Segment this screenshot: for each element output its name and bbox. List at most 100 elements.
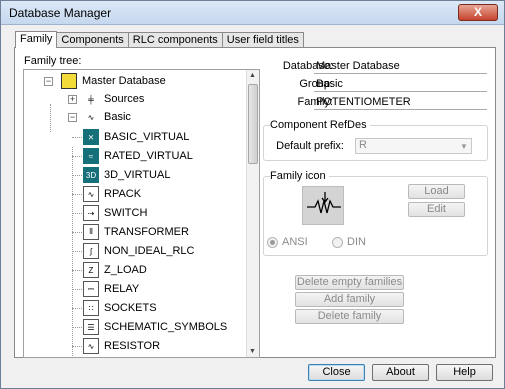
tree-node-basic[interactable]: − ∿ Basic xyxy=(68,108,131,126)
tab-user-field-titles[interactable]: User field titles xyxy=(221,32,304,48)
tree-item[interactable]: ⇢ SWITCH xyxy=(83,204,147,222)
tree-item-label: BASIC_VIRTUAL xyxy=(104,131,190,143)
title-bar: Database Manager X xyxy=(1,1,504,25)
tree-connector xyxy=(72,251,82,252)
tree-item-label: SCHEMATIC_SYMBOLS xyxy=(104,321,228,333)
expand-icon[interactable]: + xyxy=(68,94,77,104)
tree-item-label: RPACK xyxy=(104,188,142,200)
z-load-icon: Z xyxy=(83,262,99,278)
database-value: Master Database xyxy=(314,60,487,74)
tree-connector xyxy=(72,175,82,176)
default-prefix-select[interactable]: R ▼ xyxy=(355,138,472,154)
tree-item-label: RELAY xyxy=(104,283,140,295)
basic-virtual-icon: ⨯ xyxy=(83,129,99,145)
tree-item[interactable]: ⨯ BASIC_VIRTUAL xyxy=(83,128,189,146)
rpack-icon: ∿ xyxy=(83,186,99,202)
default-prefix-label: Default prefix: xyxy=(276,140,344,152)
tree-item[interactable]: ≈ RATED_VIRTUAL xyxy=(83,147,193,165)
tree-connector xyxy=(72,194,82,195)
delete-family-button[interactable]: Delete family xyxy=(295,309,404,324)
tree-item[interactable]: ʃ NON_IDEAL_RLC xyxy=(83,242,194,260)
collapse-icon[interactable]: − xyxy=(44,76,53,86)
sockets-icon: ∷ xyxy=(83,300,99,316)
tree-connector xyxy=(72,308,82,309)
3d-virtual-icon: 3D xyxy=(83,167,99,183)
tab-family[interactable]: Family xyxy=(15,31,58,48)
resistor-icon: ∿ xyxy=(83,338,99,354)
default-prefix-value: R xyxy=(359,139,367,151)
refdes-group-title: Component RefDes xyxy=(270,119,370,131)
tree-item[interactable]: ⫴ TRANSFORMER xyxy=(83,223,189,241)
tree-item[interactable]: ∷ SOCKETS xyxy=(83,299,157,317)
radio-unselected-icon xyxy=(332,236,343,248)
database-icon xyxy=(61,73,77,89)
family-value: POTENTIOMETER xyxy=(314,96,487,110)
database-manager-window: Database Manager X Family Components RLC… xyxy=(0,0,505,389)
tree-item[interactable]: Z Z_LOAD xyxy=(83,261,147,279)
potentiometer-icon xyxy=(302,186,344,225)
tree-node-sources[interactable]: + ╪ Sources xyxy=(68,90,144,108)
about-button[interactable]: About xyxy=(372,364,429,381)
tree-item[interactable]: ☰ SCHEMATIC_SYMBOLS xyxy=(83,318,227,336)
tree-item[interactable]: 3D 3D_VIRTUAL xyxy=(83,166,170,184)
group-value: Basic xyxy=(314,78,487,92)
tree-connector xyxy=(72,346,82,347)
tree-item-label: SOCKETS xyxy=(104,302,157,314)
din-radio[interactable]: DIN xyxy=(332,236,366,248)
basic-icon: ∿ xyxy=(87,112,95,122)
tree-item[interactable]: ∿ RESISTOR xyxy=(83,337,160,355)
tree-connector xyxy=(72,232,82,233)
window-title: Database Manager xyxy=(9,6,112,20)
family-icon-group-title: Family icon xyxy=(270,170,329,182)
radio-selected-icon xyxy=(267,236,278,248)
tab-components[interactable]: Components xyxy=(56,32,129,48)
tab-bar: Family Components RLC components User fi… xyxy=(15,31,304,48)
help-button[interactable]: Help xyxy=(436,364,493,381)
family-tree-label: Family tree: xyxy=(24,55,82,67)
family-tree[interactable]: − Master Database + ╪ Sources − ∿ Basic … xyxy=(23,69,260,358)
tab-rlc-components[interactable]: RLC components xyxy=(127,32,223,48)
tree-item[interactable]: ⎓ RELAY xyxy=(83,280,139,298)
window-close-button[interactable]: X xyxy=(458,4,498,21)
relay-icon: ⎓ xyxy=(83,281,99,297)
family-tab-panel: Family tree: − Master Database + ╪ Sourc… xyxy=(14,47,496,358)
close-button[interactable]: Close xyxy=(308,364,365,381)
tree-scrollbar[interactable]: ▲ ▼ xyxy=(246,70,259,357)
tree-connector xyxy=(72,213,82,214)
switch-icon: ⇢ xyxy=(83,205,99,221)
scroll-down-icon[interactable]: ▼ xyxy=(249,348,256,355)
tree-node-master-database[interactable]: − Master Database xyxy=(44,72,166,90)
tree-item[interactable]: ∿ RPACK xyxy=(83,185,141,203)
tree-item-label: SWITCH xyxy=(104,207,148,219)
tree-item-label: RESISTOR xyxy=(104,340,161,352)
schematic-symbols-icon: ☰ xyxy=(83,319,99,335)
tree-node-label: Basic xyxy=(104,111,131,123)
tree-item-label: Z_LOAD xyxy=(104,264,147,276)
tree-connector xyxy=(72,156,82,157)
tree-node-label: Master Database xyxy=(82,75,166,87)
edit-icon-button[interactable]: Edit xyxy=(408,202,465,217)
tree-item-label: NON_IDEAL_RLC xyxy=(104,245,195,257)
tree-item-label: RATED_VIRTUAL xyxy=(104,150,193,162)
tree-connector xyxy=(72,270,82,271)
delete-empty-families-button[interactable]: Delete empty families xyxy=(295,275,404,290)
tree-item-label: TRANSFORMER xyxy=(104,226,189,238)
chevron-down-icon: ▼ xyxy=(460,142,468,151)
din-label: DIN xyxy=(347,236,366,248)
transformer-icon: ⫴ xyxy=(83,224,99,240)
tree-node-label: Sources xyxy=(104,93,145,105)
add-family-button[interactable]: Add family xyxy=(295,292,404,307)
scrollbar-thumb[interactable] xyxy=(248,84,258,164)
sources-icon: ╪ xyxy=(88,94,94,104)
non-ideal-rlc-icon: ʃ xyxy=(83,243,99,259)
tree-item-label: 3D_VIRTUAL xyxy=(104,169,171,181)
load-icon-button[interactable]: Load xyxy=(408,184,465,199)
collapse-icon[interactable]: − xyxy=(68,112,77,122)
tree-connector xyxy=(72,137,82,138)
close-icon: X xyxy=(473,5,482,19)
scroll-up-icon[interactable]: ▲ xyxy=(249,72,256,79)
ansi-label: ANSI xyxy=(282,236,308,248)
tree-connector xyxy=(72,289,82,290)
ansi-radio[interactable]: ANSI xyxy=(267,236,308,248)
rated-virtual-icon: ≈ xyxy=(83,148,99,164)
